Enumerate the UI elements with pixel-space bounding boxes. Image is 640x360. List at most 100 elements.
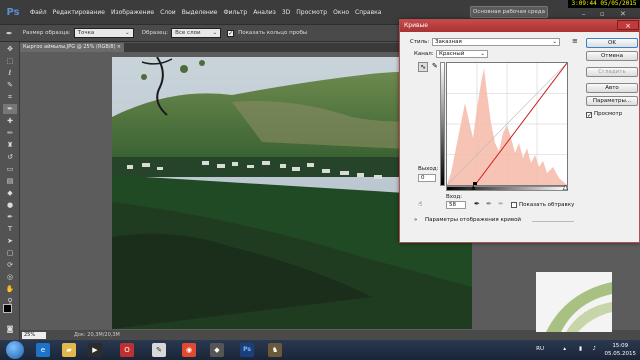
- pen-tool-icon[interactable]: ✒: [3, 212, 17, 222]
- show-clipping-checkbox[interactable]: [511, 202, 517, 208]
- close-icon[interactable]: ×: [117, 43, 121, 52]
- preset-label: Стиль:: [410, 39, 430, 45]
- black-eyedropper-icon[interactable]: ✒: [474, 200, 480, 208]
- eyedropper-tool-icon[interactable]: ✒: [3, 104, 17, 114]
- brush-tool-icon[interactable]: ✏: [3, 128, 17, 138]
- path-select-icon[interactable]: ➤: [3, 236, 17, 246]
- eraser-tool-icon[interactable]: ▭: [3, 164, 17, 174]
- menu-3d[interactable]: 3D: [282, 9, 290, 16]
- maximize-icon[interactable]: ▫: [600, 10, 605, 18]
- close-icon[interactable]: ✕: [620, 10, 626, 18]
- eyedropper-tool-icon[interactable]: ✒: [6, 29, 13, 38]
- move-tool-icon[interactable]: ✥: [3, 44, 17, 54]
- clock-overlay: 3:09:44 05/05/2015: [568, 0, 640, 8]
- stamp-tool-icon[interactable]: ♜: [3, 140, 17, 150]
- output-gradient-bar: [440, 62, 445, 186]
- ie-icon[interactable]: e: [36, 343, 50, 357]
- photoshop-taskbar-icon[interactable]: Ps: [240, 343, 254, 357]
- separator: [532, 221, 574, 222]
- language-indicator[interactable]: RU: [536, 345, 544, 353]
- curve-point-tool-icon[interactable]: ∿: [418, 62, 428, 72]
- show-clipping-label: Показать обтравку: [519, 202, 575, 208]
- type-tool-icon[interactable]: T: [3, 224, 17, 234]
- cancel-button[interactable]: Отмена: [586, 51, 638, 61]
- input-label: Вход:: [446, 194, 463, 200]
- output-label: Выход:: [418, 166, 439, 172]
- tray-clock[interactable]: 15:09 05.05.2015: [605, 342, 637, 358]
- gray-eyedropper-icon[interactable]: ✒: [486, 200, 492, 208]
- expand-icon[interactable]: »: [414, 217, 417, 223]
- smooth-button[interactable]: Сгладить: [586, 67, 638, 77]
- taskbar: e ▰ ▶ O ✎ ◉ ◆ Ps ♞ RU ▴ ▮ ♪ 15:09 05.05.…: [0, 340, 640, 360]
- marquee-tool-icon[interactable]: ⬚: [3, 56, 17, 66]
- app2-icon[interactable]: ♞: [268, 343, 282, 357]
- tray-arrow-icon[interactable]: ▴: [563, 345, 566, 353]
- shape-tool-icon[interactable]: ▢: [3, 248, 17, 258]
- output-field[interactable]: 0: [418, 174, 436, 182]
- paint-icon[interactable]: ✎: [152, 343, 166, 357]
- menu-edit[interactable]: Редактирование: [53, 9, 105, 16]
- black-point-slider-icon[interactable]: ▲: [471, 184, 476, 191]
- opera-icon[interactable]: O: [120, 343, 134, 357]
- tray-date: 05.05.2015: [604, 351, 637, 357]
- quick-mask-icon[interactable]: ◙: [3, 324, 17, 334]
- network-icon[interactable]: ▮: [579, 345, 582, 353]
- menu-filter[interactable]: Фильтр: [223, 9, 247, 16]
- 3d-rotate-icon[interactable]: ⟳: [3, 260, 17, 270]
- minimize-icon[interactable]: –: [582, 10, 586, 18]
- sample-size-select[interactable]: Точка ⌄: [73, 28, 134, 38]
- gradient-tool-icon[interactable]: ▤: [3, 176, 17, 186]
- sample-size-value: Точка: [77, 30, 95, 36]
- options-button[interactable]: Параметры...: [586, 96, 638, 106]
- tools-panel: ✥ ⬚ ℓ ✎ ⌗ ✒ ✚ ✏ ♜ ↺ ▭ ▤ ◆ ● ✒ T ➤ ▢ ⟳ ◎ …: [0, 42, 20, 340]
- app-icon[interactable]: ◆: [210, 343, 224, 357]
- sample-size-label: Размер образца:: [22, 30, 71, 36]
- menu-layers[interactable]: Слои: [160, 9, 176, 16]
- start-button[interactable]: [6, 341, 24, 359]
- volume-icon[interactable]: ♪: [592, 345, 596, 353]
- menu-analysis[interactable]: Анализ: [253, 9, 276, 16]
- media-player-icon[interactable]: ▶: [88, 343, 102, 357]
- tray-time: 15:09: [612, 343, 629, 349]
- input-field[interactable]: 58: [446, 201, 466, 209]
- white-eyedropper-icon[interactable]: ✒: [498, 200, 504, 208]
- auto-button[interactable]: Авто: [586, 83, 638, 93]
- chrome-icon[interactable]: ◉: [182, 343, 196, 357]
- preview-checkbox[interactable]: ✓: [586, 112, 592, 119]
- input-gradient-bar: [446, 186, 568, 191]
- workspace-button[interactable]: Основная рабочая среда: [470, 6, 548, 18]
- hand-tool-icon[interactable]: ✋: [3, 284, 17, 294]
- white-point-slider-icon[interactable]: ▲: [563, 184, 568, 192]
- healing-tool-icon[interactable]: ✚: [3, 116, 17, 126]
- document-tab[interactable]: Кыргоо аймылы.JPG @ 25% (RGB/8) ×: [20, 43, 124, 52]
- menu-file[interactable]: Файл: [30, 9, 47, 16]
- ok-button[interactable]: OK: [586, 38, 638, 48]
- zoom-field[interactable]: 25%: [22, 332, 46, 339]
- quick-select-tool-icon[interactable]: ✎: [3, 80, 17, 90]
- sample-select[interactable]: Все слои ⌄: [171, 28, 222, 38]
- pencil-tool-icon[interactable]: ✎: [432, 62, 438, 70]
- preset-options-icon[interactable]: ≡: [572, 37, 578, 45]
- preset-select[interactable]: Заказная ⌄: [432, 38, 560, 46]
- curve-options-label[interactable]: Параметры отображения кривой: [425, 217, 521, 223]
- folder-icon[interactable]: ▰: [62, 343, 76, 357]
- lasso-tool-icon[interactable]: ℓ: [3, 68, 17, 78]
- sample-value: Все слои: [175, 30, 201, 36]
- history-brush-icon[interactable]: ↺: [3, 152, 17, 162]
- menu-view[interactable]: Просмотр: [296, 9, 327, 16]
- menu-image[interactable]: Изображение: [111, 9, 154, 16]
- show-ring-checkbox[interactable]: ✓: [227, 29, 235, 37]
- curves-graph[interactable]: [446, 62, 568, 186]
- menu-select[interactable]: Выделение: [182, 9, 218, 16]
- blur-tool-icon[interactable]: ◆: [3, 188, 17, 198]
- chevron-down-icon: ⌄: [552, 39, 557, 45]
- 3d-orbit-icon[interactable]: ◎: [3, 272, 17, 282]
- crop-tool-icon[interactable]: ⌗: [3, 92, 17, 102]
- menu-help[interactable]: Справка: [355, 9, 381, 16]
- dodge-tool-icon[interactable]: ●: [3, 200, 17, 210]
- target-adjust-icon[interactable]: ☝: [418, 200, 422, 208]
- channel-select[interactable]: Красный ⌄: [436, 50, 488, 58]
- menu-window[interactable]: Окно: [333, 9, 349, 16]
- close-icon[interactable]: ×: [617, 20, 639, 30]
- foreground-color-swatch[interactable]: [3, 304, 12, 313]
